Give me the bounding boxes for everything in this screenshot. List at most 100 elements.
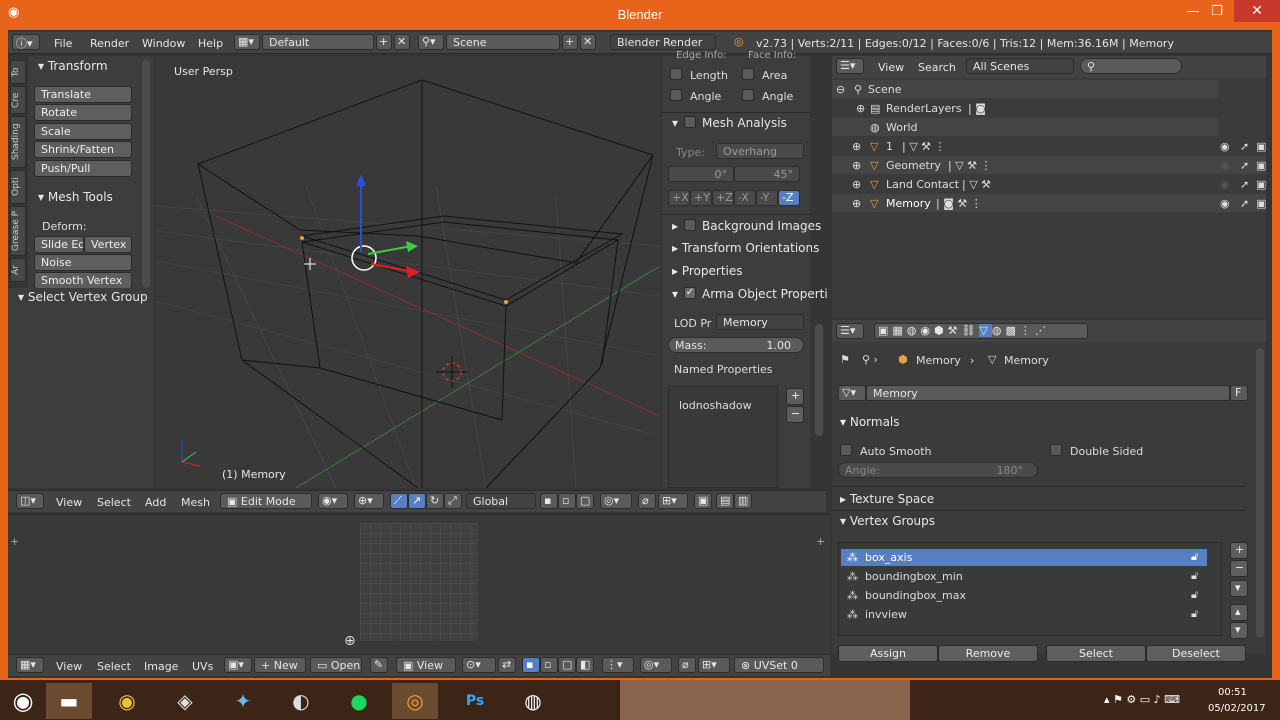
- selectable-cursor-icon[interactable]: ➚: [1240, 140, 1249, 153]
- new-image-button[interactable]: + New: [254, 657, 306, 673]
- outliner-menu-search[interactable]: Search: [918, 61, 956, 74]
- scene-icon[interactable]: ⚲▾: [418, 34, 444, 50]
- layout-field[interactable]: Default: [262, 34, 374, 50]
- expand-icon[interactable]: ⊕: [856, 102, 865, 115]
- visibility-eye-icon[interactable]: ◉: [1220, 197, 1230, 210]
- arma-expand[interactable]: ▾: [672, 287, 678, 301]
- translate-manipulator-icon[interactable]: ↗: [408, 493, 426, 509]
- bg-images-checkbox[interactable]: [684, 219, 696, 231]
- edge-angle-checkbox[interactable]: [670, 89, 682, 101]
- transform-orientations-header[interactable]: ▸ Transform Orientations: [672, 241, 819, 255]
- noise-button[interactable]: Noise: [34, 254, 132, 271]
- properties-scrollbar[interactable]: [1256, 348, 1264, 638]
- properties-editor-icon[interactable]: ☰▾: [836, 323, 864, 339]
- uvset-select[interactable]: ⊗ UVSet 0: [734, 657, 824, 673]
- mesh-tools-header[interactable]: ▾ Mesh Tools: [38, 190, 113, 204]
- editor-type-icon[interactable]: ⓘ▾: [12, 34, 40, 50]
- slide-edge-button[interactable]: Slide Ed: [34, 236, 84, 253]
- viewport-menu-select[interactable]: Select: [97, 496, 131, 509]
- expand-icon[interactable]: ⊕: [852, 140, 861, 153]
- mass-field[interactable]: Mass: 1.00: [668, 337, 804, 353]
- scene-add-button[interactable]: +: [562, 34, 578, 50]
- lock-icon[interactable]: 🔓︎: [1191, 569, 1198, 583]
- vertex-group-specials-button[interactable]: ▾: [1230, 580, 1248, 597]
- scale-button[interactable]: Scale: [34, 123, 132, 140]
- mesh-browse-icon[interactable]: ▽▾: [838, 385, 866, 401]
- uv-vertex-mode-icon[interactable]: ▪: [522, 657, 540, 673]
- outliner-row-renderlayers[interactable]: ⊕ ▤ RenderLayers | ◙: [832, 99, 1218, 117]
- bg-images-header[interactable]: Background Images: [702, 219, 821, 233]
- uv-toolshelf-toggle[interactable]: +: [10, 535, 19, 548]
- named-properties-list[interactable]: lodnoshadow: [668, 386, 778, 488]
- chrome-icon[interactable]: ◉: [104, 683, 150, 719]
- shading-icon[interactable]: ◉▾: [318, 493, 348, 509]
- uv-edge-mode-icon[interactable]: ▫: [540, 657, 558, 673]
- render-camera-icon[interactable]: ▣: [1256, 178, 1266, 191]
- layout-remove-button[interactable]: ✕: [394, 34, 410, 50]
- rotate-manipulator-icon[interactable]: ↻: [426, 493, 444, 509]
- clock-time[interactable]: 00:51: [1218, 687, 1247, 698]
- remove-property-button[interactable]: −: [786, 406, 804, 423]
- shrink-fatten-button[interactable]: Shrink/Fatten: [34, 141, 132, 158]
- area-checkbox[interactable]: [742, 68, 754, 80]
- viewport-menu-add[interactable]: Add: [145, 496, 166, 509]
- camera-render-icon[interactable]: ▤: [716, 493, 734, 509]
- axis-neg-x[interactable]: -X: [734, 190, 756, 206]
- lock-icon[interactable]: 🔓︎: [1191, 550, 1198, 564]
- start-button[interactable]: ◉: [0, 683, 46, 719]
- opengl-render-icon[interactable]: ▣: [694, 493, 712, 509]
- pivot-icon[interactable]: ⊕▾: [354, 493, 384, 509]
- render-camera-icon[interactable]: ▣: [1256, 197, 1266, 210]
- uv-proportional-icon[interactable]: ◎▾: [640, 657, 672, 673]
- render-camera-icon[interactable]: ▣: [1256, 159, 1266, 172]
- bg-images-expand[interactable]: ▸: [672, 219, 678, 233]
- minimize-button[interactable]: —: [1182, 4, 1204, 22]
- scale-manipulator-icon[interactable]: ⤢: [444, 493, 462, 509]
- photoshop-icon[interactable]: Ps: [452, 683, 498, 719]
- render-engine-select[interactable]: Blender Render: [610, 34, 716, 50]
- translate-button[interactable]: Translate: [34, 86, 132, 103]
- length-checkbox[interactable]: [670, 68, 682, 80]
- face-angle-checkbox[interactable]: [742, 89, 754, 101]
- uv-editor-type-icon[interactable]: ▦▾: [16, 657, 44, 673]
- move-down-button[interactable]: ▾: [1230, 622, 1248, 639]
- axis-neg-y[interactable]: -Y: [756, 190, 778, 206]
- outliner-filter-select[interactable]: All Scenes: [966, 58, 1074, 74]
- axis-neg-z[interactable]: -Z: [778, 190, 800, 206]
- selectable-cursor-icon[interactable]: ➚: [1240, 159, 1249, 172]
- steam-icon[interactable]: ◐: [278, 683, 324, 719]
- menu-render[interactable]: Render: [90, 37, 129, 50]
- outliner-row-scene[interactable]: ⊖ ⚲ Scene: [832, 80, 1218, 98]
- snap-toggle-icon[interactable]: ⌀: [638, 493, 656, 509]
- rotate-button[interactable]: Rotate: [34, 104, 132, 121]
- vertex-groups-header[interactable]: ▾ Vertex Groups: [840, 514, 935, 528]
- select-vertex-group-header[interactable]: ▾ Select Vertex Group: [18, 290, 148, 304]
- outliner-row-world[interactable]: ◍ World: [832, 118, 1218, 136]
- proportional-edit-icon[interactable]: ◎▾: [600, 493, 632, 509]
- uv-sticky-icon[interactable]: ⋮▾: [602, 657, 634, 673]
- mesh-name-field[interactable]: Memory: [866, 385, 1230, 401]
- menu-file[interactable]: File: [54, 37, 72, 50]
- axis-pos-z[interactable]: +Z: [712, 190, 734, 206]
- tab-options[interactable]: Opti: [10, 170, 26, 204]
- file-explorer-icon[interactable]: ▬: [46, 683, 92, 719]
- snap-element-icon[interactable]: ⊞▾: [658, 493, 688, 509]
- outliner-row-land-contact[interactable]: ⊕ ▽ Land Contact | ▽ ⚒ ◉ ➚ ▣: [832, 175, 1266, 193]
- mesh-analysis-checkbox[interactable]: [684, 116, 696, 128]
- uv-editor[interactable]: ⊕ + +: [8, 514, 830, 654]
- pin-icon[interactable]: ⚑: [840, 353, 850, 366]
- outliner-row-memory[interactable]: ⊕ ▽ Memory | ◙ ⚒ ⋮ ◉ ➚ ▣: [832, 194, 1266, 212]
- viewport-3d[interactable]: User Persp (1) Memory: [156, 56, 660, 488]
- uv-face-mode-icon[interactable]: ▢: [558, 657, 576, 673]
- expand-icon[interactable]: ⊕: [852, 159, 861, 172]
- spotify-icon[interactable]: ●: [336, 683, 382, 719]
- uv-menu-image[interactable]: Image: [144, 660, 178, 673]
- open-image-button[interactable]: ▭ Open: [310, 657, 362, 673]
- uv-island-mode-icon[interactable]: ◧: [576, 657, 594, 673]
- toolshelf-scrollbar[interactable]: [142, 60, 150, 288]
- push-pull-button[interactable]: Push/Pull: [34, 160, 132, 177]
- remove-button[interactable]: Remove: [938, 645, 1038, 662]
- select-button[interactable]: Select: [1046, 645, 1146, 662]
- visibility-eye-icon[interactable]: ◉: [1220, 178, 1230, 191]
- uv-view-select[interactable]: ▣ View: [396, 657, 456, 673]
